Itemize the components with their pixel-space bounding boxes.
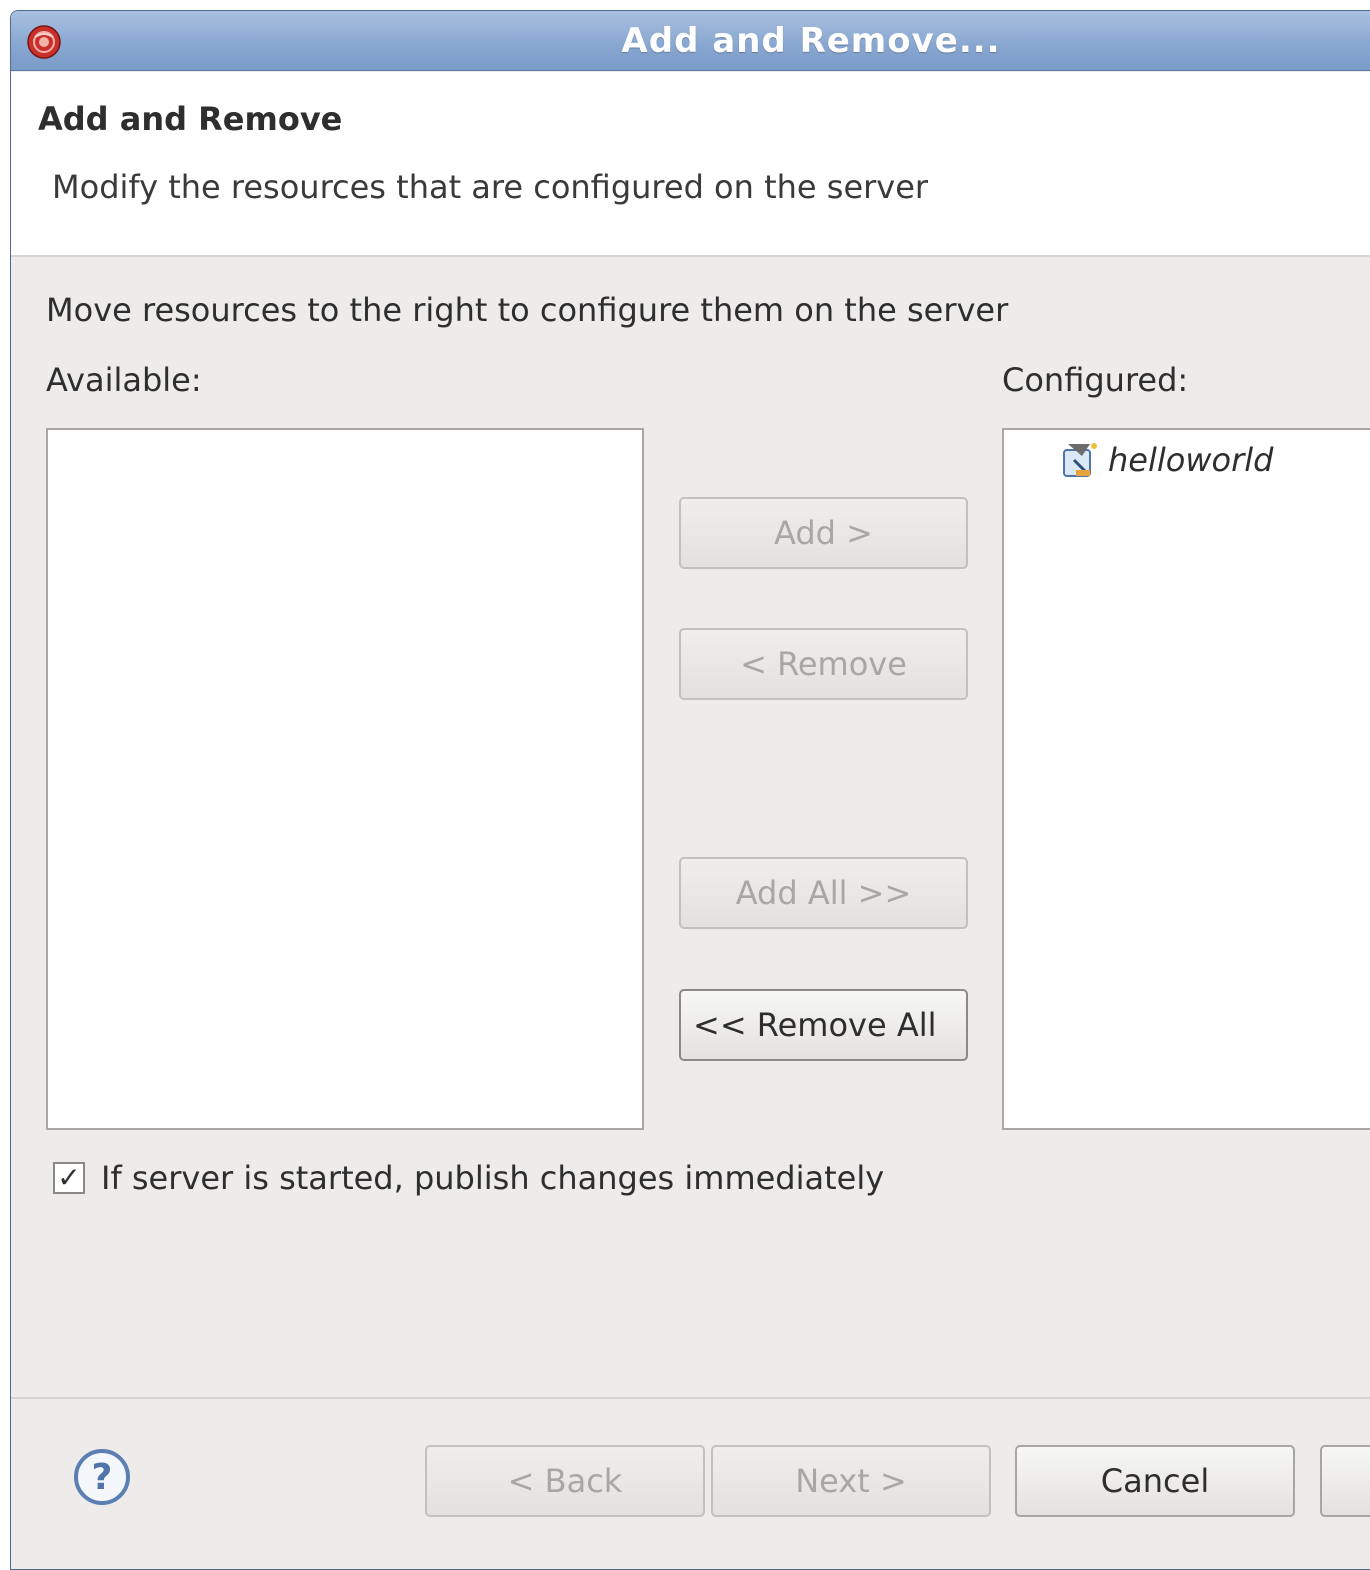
available-list[interactable] — [46, 428, 644, 1130]
configured-list[interactable]: helloworld — [1002, 428, 1370, 1130]
add-all-button[interactable]: Add All >> — [679, 857, 968, 929]
help-icon[interactable]: ? — [74, 1449, 130, 1505]
instruction-text: Move resources to the right to configure… — [46, 291, 1009, 329]
item-label: helloworld — [1108, 441, 1274, 479]
available-label: Available: — [46, 361, 202, 399]
window-title: Add and Remove... — [621, 21, 1001, 61]
add-button[interactable]: Add > — [679, 497, 968, 569]
finish-button[interactable] — [1320, 1445, 1370, 1517]
dialog-header: Add and Remove Modify the resources that… — [11, 72, 1370, 257]
remove-all-button[interactable]: << Remove All — [679, 989, 968, 1061]
web-module-icon — [1063, 443, 1097, 477]
back-button[interactable]: < Back — [425, 1445, 705, 1517]
cancel-button[interactable]: Cancel — [1015, 1445, 1295, 1517]
configured-label: Configured: — [1002, 361, 1189, 399]
add-remove-dialog: Add and Remove... Add and Remove Modify … — [10, 10, 1370, 1570]
page-description: Modify the resources that are configured… — [52, 168, 929, 206]
remove-button[interactable]: < Remove — [679, 628, 968, 700]
next-button[interactable]: Next > — [711, 1445, 991, 1517]
publish-checkbox[interactable]: ✓ — [53, 1162, 85, 1194]
page-title: Add and Remove — [38, 100, 343, 138]
publish-checkbox-row[interactable]: ✓ If server is started, publish changes … — [53, 1159, 884, 1197]
title-bar[interactable]: Add and Remove... — [11, 11, 1370, 71]
publish-checkbox-label: If server is started, publish changes im… — [101, 1159, 885, 1197]
footer-divider — [11, 1397, 1370, 1399]
list-item[interactable]: helloworld — [1060, 438, 1273, 482]
